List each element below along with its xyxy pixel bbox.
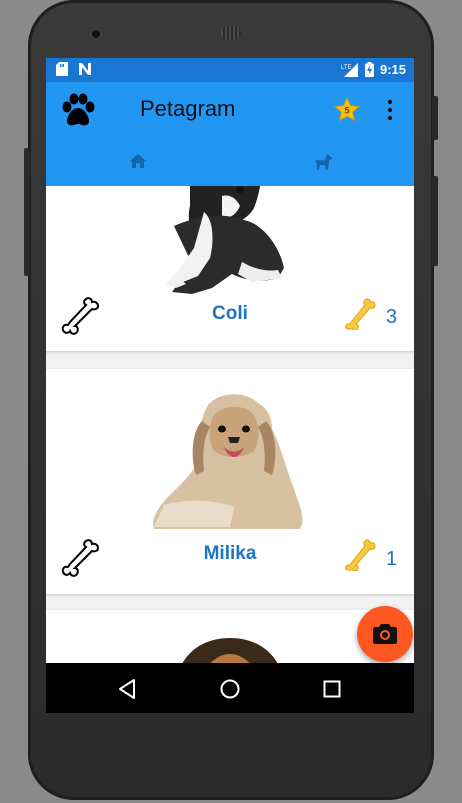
screen: LTE 9:15 Petagram 5 Coli 3 Milika 1 xyxy=(46,58,414,713)
signal-icon: LTE xyxy=(341,62,358,77)
paw-icon[interactable] xyxy=(60,93,96,127)
tab-bar xyxy=(46,138,414,267)
like-count: 1 xyxy=(386,548,398,570)
pet-card: Milika 1 xyxy=(46,369,414,594)
camera-fab[interactable] xyxy=(357,606,413,662)
tab-dog[interactable] xyxy=(230,138,414,186)
volume-button xyxy=(24,148,30,276)
pet-photo xyxy=(124,385,340,535)
power-button xyxy=(432,96,438,140)
tab-home[interactable] xyxy=(46,138,230,186)
bone-rating-icon xyxy=(345,539,376,571)
earpiece-speaker xyxy=(221,26,241,40)
like-count: 3 xyxy=(386,306,398,328)
clock: 9:15 xyxy=(379,62,406,77)
status-bar: LTE 9:15 xyxy=(46,58,414,82)
home-icon xyxy=(130,154,146,168)
svg-text:LTE: LTE xyxy=(341,65,352,71)
system-nav-bar xyxy=(46,663,414,713)
battery-charging-icon xyxy=(364,62,374,77)
pet-photo xyxy=(154,628,304,666)
n-notification-icon xyxy=(79,63,91,75)
sensors xyxy=(356,32,372,45)
pet-card: Coli 3 xyxy=(46,186,414,351)
home-circle-icon[interactable] xyxy=(218,677,242,701)
svg-text:5: 5 xyxy=(344,106,349,116)
app-bar: Petagram 5 xyxy=(46,82,414,138)
sd-card-icon xyxy=(56,62,68,76)
front-camera xyxy=(92,30,100,38)
pet-list[interactable]: Coli 3 Milika 1 xyxy=(46,186,414,666)
dog-icon xyxy=(315,154,332,170)
bone-rating-icon xyxy=(345,298,376,330)
pet-photo xyxy=(152,186,302,294)
volume-rocker xyxy=(432,176,438,266)
more-vert-icon[interactable] xyxy=(386,98,394,122)
back-icon[interactable] xyxy=(116,677,140,701)
camera-icon xyxy=(373,624,397,644)
app-title: Petagram xyxy=(140,96,236,121)
recents-icon[interactable] xyxy=(320,677,344,701)
favorites-star-icon[interactable]: 5 xyxy=(334,97,360,123)
